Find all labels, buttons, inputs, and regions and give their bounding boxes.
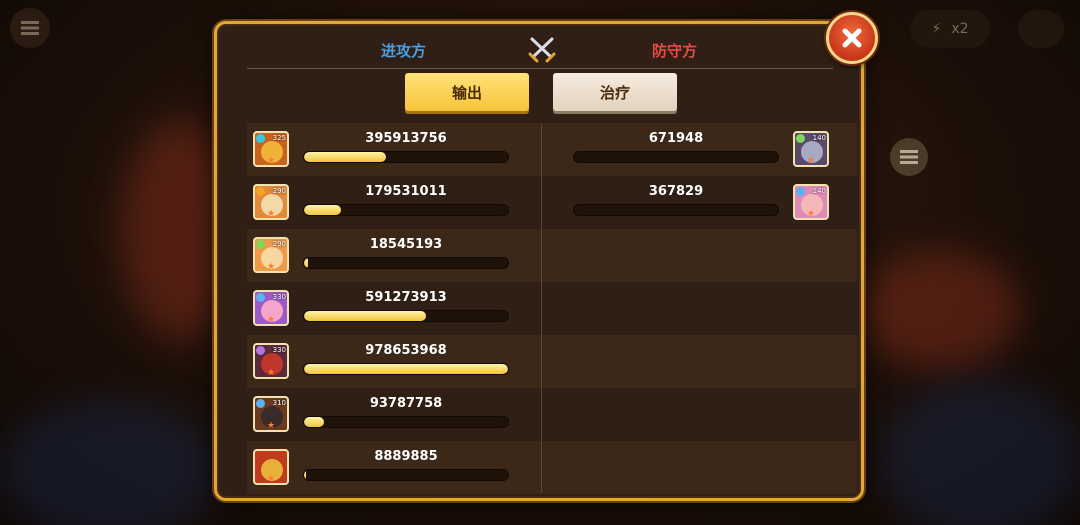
hero-portrait[interactable]: 140 ★ [793,131,829,167]
star-icon: ★ [266,262,276,272]
list-icon[interactable] [890,138,928,176]
damage-value: 18545193 [369,237,443,252]
element-icon [796,134,805,143]
damage-bar [303,257,509,269]
stats-row: 325 ★ 395913756 671948 140 ★ [247,123,857,176]
hero-level: 290 [272,240,286,248]
damage-bar [303,204,509,216]
attacker-label: 进攻方 [381,42,427,60]
lightning-icon: ⚡ [931,21,942,37]
tab-output[interactable]: 输出 [405,73,529,111]
element-icon [256,134,265,143]
stats-row: 330 ★ 591273913 [247,282,857,335]
background-blob [880,380,1080,525]
hero-portrait[interactable]: ★ [253,449,289,485]
tab-heal[interactable]: 治疗 [553,73,677,111]
element-icon [256,346,265,355]
hero-level: 290 [272,187,286,195]
close-icon [842,28,862,48]
pause-button[interactable] [1018,10,1064,48]
hero-portrait[interactable]: 290 ★ [253,237,289,273]
background-blob [0,400,220,525]
battle-stats-panel: 进攻方 防守方 输出 治疗 325 ★ 395913756 671948 140 ★ 29… [214,21,864,501]
damage-value: 179531011 [365,184,447,199]
hero-portrait[interactable]: 140 ★ [793,184,829,220]
speed-label: x2 [951,21,969,37]
hero-portrait[interactable]: 310 ★ [253,396,289,432]
stats-row: 290 ★ 18545193 [247,229,857,282]
damage-bar [303,310,509,322]
stats-row: 290 ★ 179531011 367829 140 ★ [247,176,857,229]
stats-row: 330 ★ 978653968 [247,335,857,388]
damage-value: 367829 [648,184,704,199]
panel-header: 进攻方 防守方 [247,30,833,69]
speed-button[interactable]: ⚡ x2 [910,10,990,48]
damage-bar [303,363,509,375]
hero-level: 330 [272,293,286,301]
stats-row: ★ 8889885 [247,441,857,494]
column-divider [541,123,542,493]
star-icon: ★ [266,421,276,431]
element-icon [256,187,265,196]
damage-value: 93787758 [369,396,443,411]
hero-portrait[interactable]: 330 ★ [253,290,289,326]
damage-bar [303,469,509,481]
element-icon [256,399,265,408]
star-icon: ★ [266,474,276,484]
hero-level: 310 [272,399,286,407]
hero-portrait[interactable]: 290 ★ [253,184,289,220]
star-icon: ★ [806,209,816,219]
menu-icon[interactable] [10,8,50,48]
damage-bar-fill [304,258,309,268]
hero-level: 325 [272,134,286,142]
hero-portrait[interactable]: 325 ★ [253,131,289,167]
stats-row: 310 ★ 93787758 [247,388,857,441]
damage-bar [573,151,779,163]
damage-value: 8889885 [374,449,438,464]
star-icon: ★ [806,156,816,166]
stats-rows: 325 ★ 395913756 671948 140 ★ 290 ★ 179531011 367… [247,123,857,494]
damage-value: 395913756 [365,131,447,146]
damage-value: 591273913 [365,290,447,305]
star-icon: ★ [266,156,276,166]
damage-bar-fill [304,364,508,374]
element-icon [796,187,805,196]
damage-value: 671948 [648,131,704,146]
hero-level: 140 [812,134,826,142]
damage-bar [303,416,509,428]
background-blob [860,250,1020,370]
damage-bar-fill [304,470,307,480]
close-button[interactable] [826,12,878,64]
damage-bar-fill [304,311,427,321]
hero-portrait[interactable]: 330 ★ [253,343,289,379]
defender-label: 防守方 [652,42,698,60]
hero-level: 140 [812,187,826,195]
star-icon: ★ [266,209,276,219]
damage-bar-fill [304,205,341,215]
element-icon [256,240,265,249]
damage-bar [303,151,509,163]
element-icon [256,293,265,302]
damage-value: 978653968 [365,343,447,358]
damage-bar-fill [304,417,325,427]
star-icon: ★ [266,315,276,325]
damage-bar-fill [304,152,386,162]
star-icon: ★ [266,368,276,378]
damage-bar [573,204,779,216]
hero-level: 330 [272,346,286,354]
crossed-swords-icon [528,37,556,63]
